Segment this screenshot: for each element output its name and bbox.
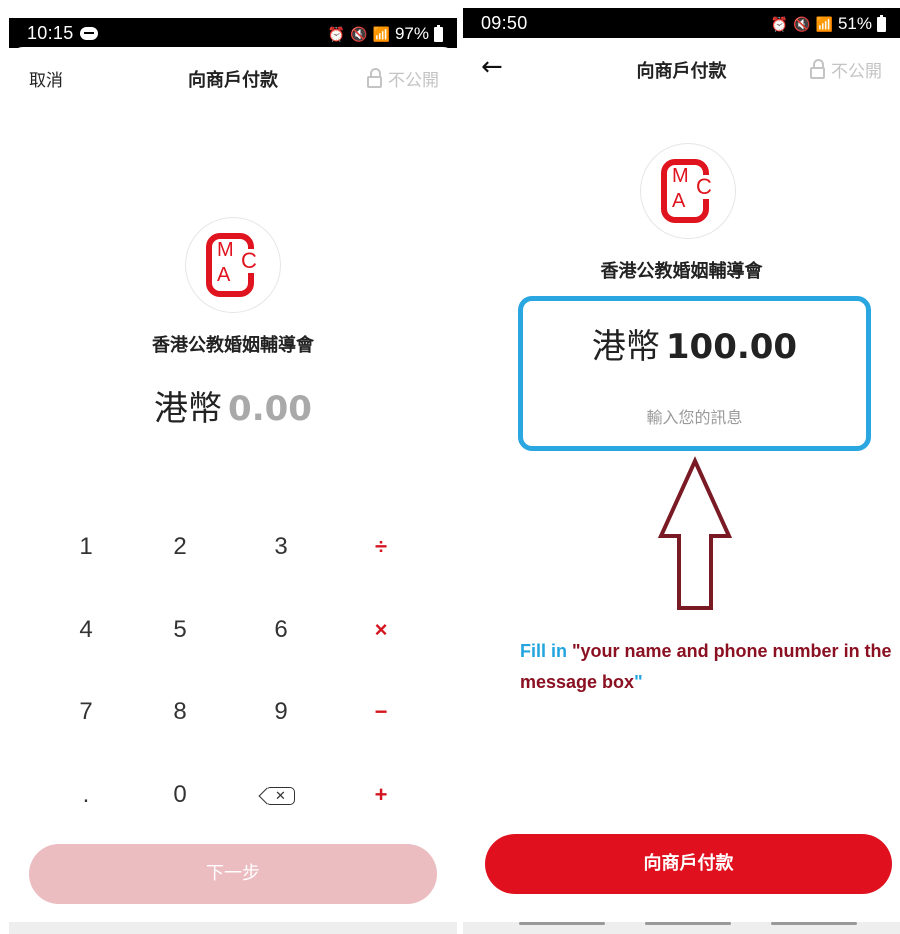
battery-icon <box>434 24 443 42</box>
wifi-icon: 📶 <box>372 26 390 42</box>
privacy-label: 不公開 <box>831 62 882 82</box>
key-0[interactable]: 0 <box>150 765 210 825</box>
multiply-key[interactable]: × <box>351 600 411 660</box>
nav-gesture-bar <box>9 922 457 934</box>
right-phone-screen: 09:50 ⏰ 🔇 📶 51% ← 向商戶付款 不公開 M A C 香港公教婚姻… <box>463 0 900 934</box>
merchant-logo: M A C <box>640 143 736 239</box>
payment-sheet: 取消 向商戶付款 不公開 M A C 香港公教婚姻輔導會 港幣 0.00 1 2 … <box>9 47 457 934</box>
backspace-icon: ✕ <box>267 786 295 805</box>
currency-label: 港幣 <box>154 389 223 429</box>
battery-percent: 97% <box>394 24 429 43</box>
status-icons: ⏰ 🔇 📶 51% <box>771 14 886 34</box>
amount-display: 港幣 100.00 <box>523 319 866 368</box>
message-highlight-box: 港幣 100.00 輸入您的訊息 <box>518 296 871 451</box>
merchant-name: 香港公教婚姻輔導會 <box>600 261 763 282</box>
amount-display: 港幣 0.00 <box>9 381 457 430</box>
back-gesture[interactable] <box>771 922 857 925</box>
alarm-icon: ⏰ <box>327 26 346 42</box>
key-decimal[interactable]: . <box>56 765 116 825</box>
key-7[interactable]: 7 <box>56 682 116 742</box>
key-1[interactable]: 1 <box>56 517 116 577</box>
lock-icon <box>367 67 382 88</box>
privacy-toggle[interactable]: 不公開 <box>367 66 439 91</box>
message-input[interactable]: 輸入您的訊息 <box>523 404 866 428</box>
instruction-part3: " <box>634 672 643 692</box>
status-icons: ⏰ 🔇 📶 97% <box>328 24 443 44</box>
mute-icon: 🔇 <box>350 26 368 42</box>
key-5[interactable]: 5 <box>150 600 210 660</box>
nav-gesture-bar <box>463 922 900 934</box>
status-bar: 09:50 ⏰ 🔇 📶 51% <box>463 8 900 38</box>
left-phone-screen: 10:15 ⏰ 🔇 📶 97% 取消 向商戶付款 不公開 M A C 香港公教婚… <box>9 0 457 934</box>
lock-icon <box>810 58 825 79</box>
amount-value: 100.00 <box>665 327 798 367</box>
cmac-logo-icon: M A C <box>206 233 258 297</box>
key-9[interactable]: 9 <box>251 682 311 742</box>
alarm-icon: ⏰ <box>770 16 789 32</box>
status-time: 09:50 <box>481 13 528 33</box>
recent-apps-gesture[interactable] <box>519 922 605 925</box>
wifi-icon: 📶 <box>815 16 833 32</box>
divide-key[interactable]: ÷ <box>351 517 411 577</box>
key-4[interactable]: 4 <box>56 600 116 660</box>
backspace-key[interactable]: ✕ <box>251 765 311 825</box>
key-6[interactable]: 6 <box>251 600 311 660</box>
key-3[interactable]: 3 <box>251 517 311 577</box>
plus-key[interactable]: + <box>351 765 411 825</box>
nav-bar: ← 向商戶付款 不公開 <box>463 50 900 90</box>
payment-sheet: ← 向商戶付款 不公開 M A C 香港公教婚姻輔導會 港幣 100.00 輸入您… <box>463 38 900 934</box>
chat-icon <box>79 27 98 40</box>
minus-key[interactable]: − <box>351 682 411 742</box>
amount-value: 0.00 <box>228 389 312 429</box>
next-step-button[interactable]: 下一步 <box>29 844 437 904</box>
battery-icon <box>877 14 886 32</box>
merchant-name: 香港公教婚姻輔導會 <box>152 335 314 356</box>
cmac-logo-icon: M A C <box>661 159 713 223</box>
mute-icon: 🔇 <box>793 16 811 32</box>
nav-bar: 取消 向商戶付款 不公開 <box>9 59 457 99</box>
up-arrow-annotation <box>657 456 733 610</box>
home-gesture[interactable] <box>645 922 731 925</box>
instruction-part2: "your name and phone number in the messa… <box>520 641 892 692</box>
status-time: 10:15 <box>27 23 98 44</box>
pay-merchant-button[interactable]: 向商戶付款 <box>485 834 892 894</box>
key-2[interactable]: 2 <box>150 517 210 577</box>
privacy-label: 不公開 <box>388 71 439 91</box>
battery-percent: 51% <box>837 14 872 33</box>
currency-label: 港幣 <box>591 327 660 367</box>
privacy-toggle[interactable]: 不公開 <box>810 57 882 82</box>
instruction-part1: Fill in <box>520 641 572 661</box>
merchant-logo: M A C <box>185 217 281 313</box>
instruction-note: Fill in "your name and phone number in t… <box>520 636 900 698</box>
status-bar: 10:15 ⏰ 🔇 📶 97% <box>9 18 457 48</box>
key-8[interactable]: 8 <box>150 682 210 742</box>
